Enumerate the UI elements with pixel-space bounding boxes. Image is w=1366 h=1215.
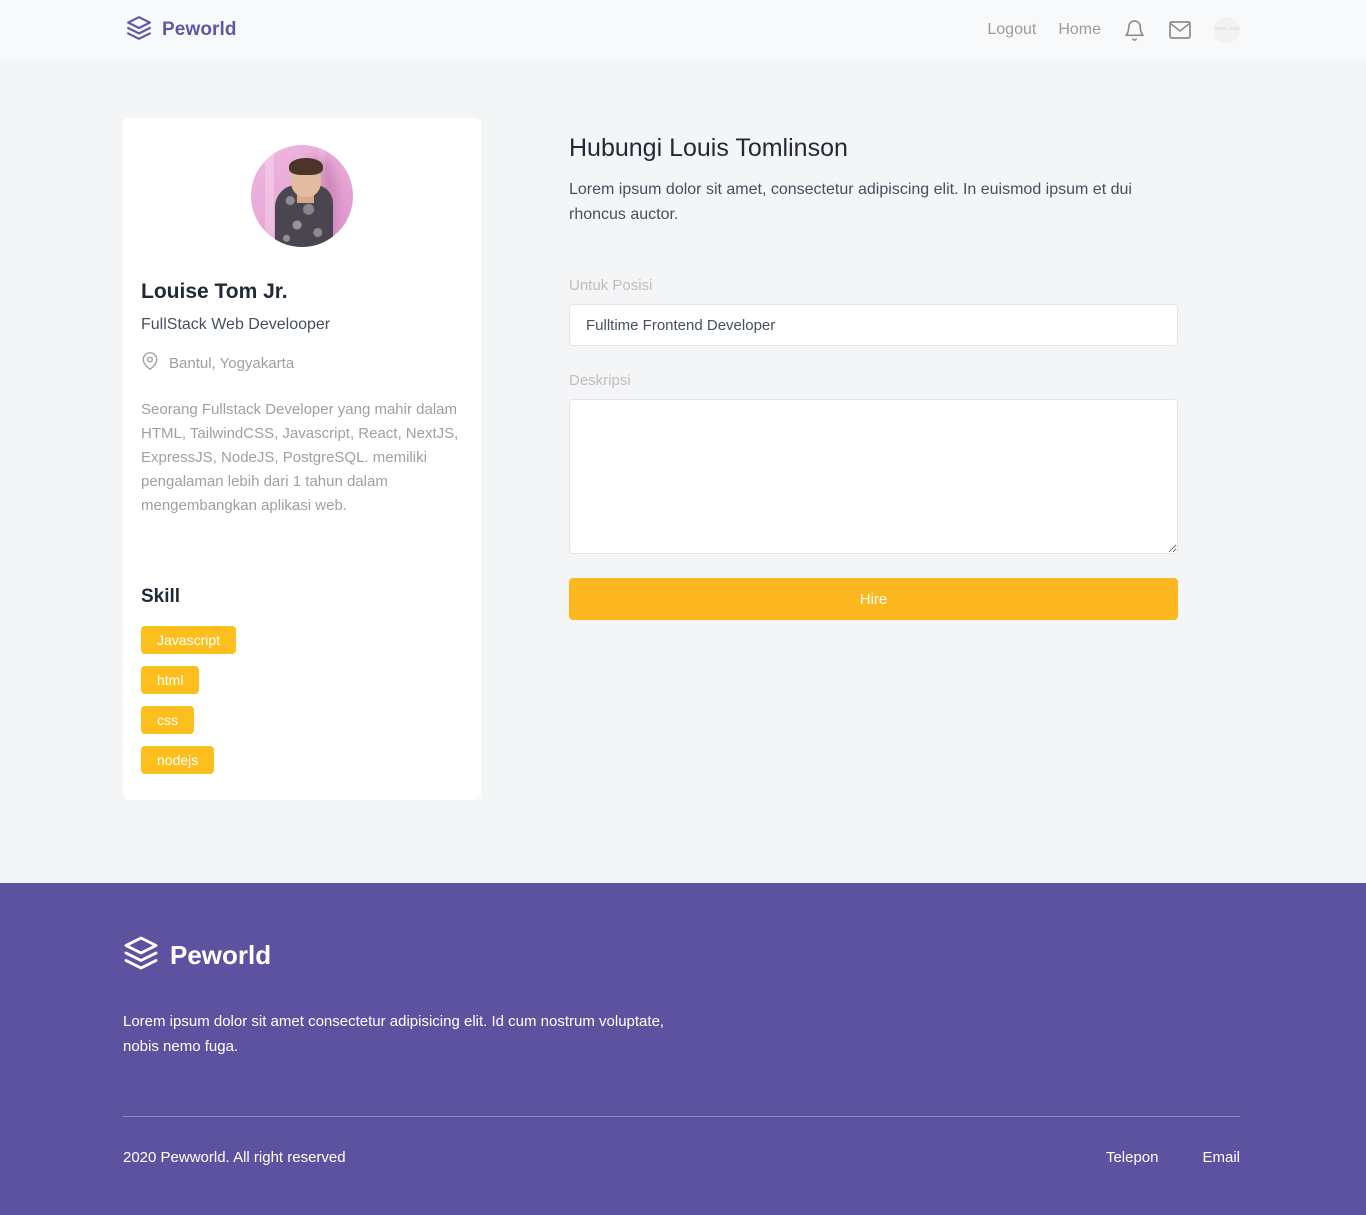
footer-bottom: 2020 Pewworld. All right reserved Telepo… [123, 1149, 1240, 1166]
bell-icon[interactable] [1123, 19, 1146, 42]
skill-chip[interactable]: html [141, 666, 200, 694]
footer-brand[interactable]: Peworld [123, 935, 1240, 976]
footer-divider [123, 1116, 1240, 1117]
position-label: Untuk Posisi [569, 277, 653, 294]
brand-name: Peworld [162, 19, 237, 40]
layers-icon [126, 15, 152, 46]
footer-description: Lorem ipsum dolor sit amet consectetur a… [123, 1013, 665, 1055]
profile-location: Bantul, Yogyakarta [141, 352, 463, 374]
brand-logo[interactable]: Peworld [126, 15, 237, 46]
profile-card: Louise Tom Jr. FullStack Web Develooper … [123, 118, 481, 800]
map-pin-icon [141, 352, 159, 374]
main-content: Louise Tom Jr. FullStack Web Develooper … [0, 60, 1366, 883]
site-footer: Peworld Lorem ipsum dolor sit amet conse… [0, 883, 1366, 1215]
description-label: Deskripsi [569, 372, 631, 389]
footer-links: Telepon Email [1106, 1149, 1240, 1166]
profile-name: Louise Tom Jr. [141, 280, 288, 303]
header-nav: Logout Home Selamat datang [987, 17, 1240, 43]
profile-avatar [251, 145, 353, 247]
profile-location-label: Bantul, Yogyakarta [169, 354, 295, 372]
nav-logout[interactable]: Logout [987, 21, 1036, 39]
skill-chip[interactable]: Javascript [141, 626, 237, 654]
profile-bio: Seorang Fullstack Developer yang mahir d… [141, 401, 459, 514]
site-header: Peworld Logout Home Selamat datang [0, 0, 1366, 60]
user-avatar[interactable]: Selamat datang [1214, 17, 1240, 43]
contact-form: Hubungi Louis Tomlinson Lorem ipsum dolo… [569, 118, 1240, 620]
footer-copyright: 2020 Pewworld. All right reserved [123, 1149, 346, 1166]
footer-link-email[interactable]: Email [1202, 1149, 1240, 1166]
form-description: Lorem ipsum dolor sit amet, consectetur … [569, 181, 1132, 223]
position-input[interactable] [569, 304, 1178, 346]
mail-icon[interactable] [1168, 18, 1192, 42]
nav-home[interactable]: Home [1058, 21, 1101, 39]
description-textarea[interactable] [569, 399, 1178, 554]
layers-icon [123, 935, 159, 976]
skill-chip[interactable]: nodejs [141, 746, 215, 774]
page-title: Hubungi Louis Tomlinson [569, 134, 848, 162]
footer-brand-name: Peworld [170, 940, 272, 970]
footer-link-telepon[interactable]: Telepon [1106, 1149, 1159, 1166]
profile-avatar-wrap [141, 145, 463, 247]
skill-section-title: Skill [141, 586, 181, 607]
hire-button[interactable]: Hire [569, 578, 1178, 620]
skill-chip[interactable]: css [141, 706, 194, 734]
broken-image-placeholder: Selamat datang [1214, 26, 1240, 33]
skill-list: Javascript html css nodejs [141, 626, 463, 774]
profile-role: FullStack Web Develooper [141, 316, 331, 333]
